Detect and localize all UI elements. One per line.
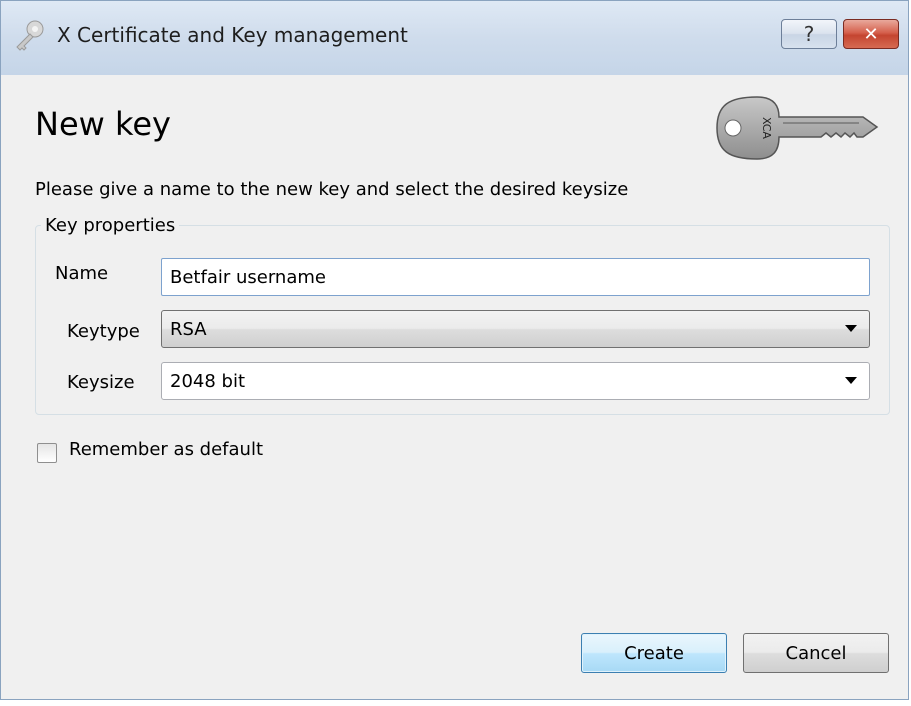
keysize-value: 2048 bit [170, 370, 246, 392]
help-icon: ? [803, 22, 815, 46]
create-button[interactable]: Create [581, 633, 727, 673]
close-button[interactable]: ✕ [843, 19, 899, 49]
key-properties-legend: Key properties [41, 215, 180, 236]
page-title: New key [35, 105, 171, 143]
cancel-button[interactable]: Cancel [743, 633, 889, 673]
dialog-window: X Certificate and Key management ? ✕ New… [0, 0, 909, 700]
close-icon: ✕ [863, 23, 879, 45]
keytype-label: Keytype [67, 321, 140, 342]
name-label: Name [55, 263, 109, 284]
keytype-select[interactable]: RSA [161, 310, 870, 348]
keysize-label: Keysize [67, 372, 135, 393]
key-icon: XCA [716, 96, 879, 160]
chevron-down-icon [845, 325, 857, 332]
window-title: X Certificate and Key management [57, 23, 408, 47]
app-key-icon [16, 20, 44, 51]
page-description: Please give a name to the new key and se… [35, 179, 629, 200]
keysize-select[interactable]: 2048 bit [161, 362, 870, 400]
chevron-down-icon [845, 377, 857, 384]
help-button[interactable]: ? [781, 19, 837, 49]
remember-default-label[interactable]: Remember as default [69, 439, 263, 460]
name-input[interactable] [161, 258, 870, 296]
remember-default-checkbox[interactable] [37, 443, 57, 463]
keytype-value: RSA [170, 318, 207, 340]
dialog-content: New key XCA Please give a name to the ne… [11, 75, 900, 689]
title-bar[interactable]: X Certificate and Key management ? ✕ [1, 1, 908, 75]
key-logo-text: XCA [760, 117, 773, 139]
